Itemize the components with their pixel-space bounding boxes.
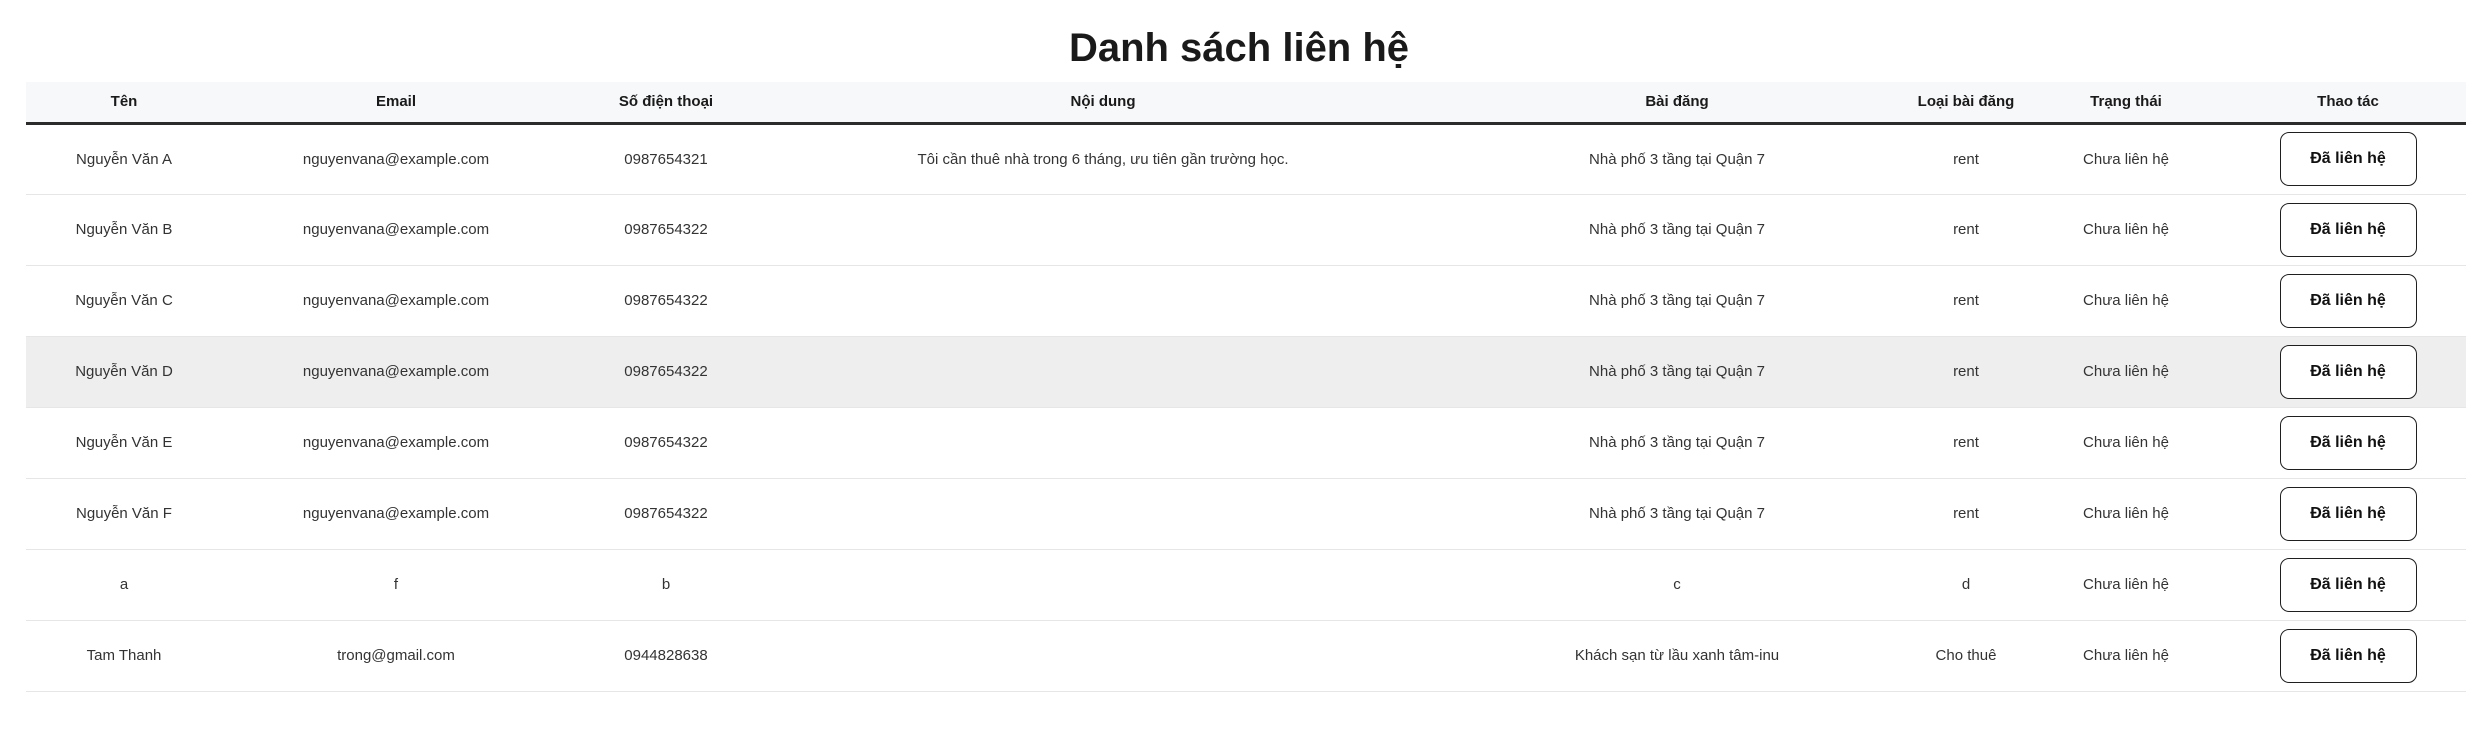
- table-body: Nguyễn Văn A nguyenvana@example.com 098765…: [26, 123, 2466, 691]
- cell-post-type: rent: [1953, 150, 1979, 168]
- cell-phone: 0944828638: [624, 647, 708, 664]
- cell-action: Đã liên hệ: [2230, 407, 2466, 478]
- table-header: Tên Email Số điện thoại Nội dung Bài đăn…: [26, 82, 2466, 125]
- column-header-post: Bài đăng: [1444, 82, 1910, 125]
- cell-name: Tam Thanh: [86, 647, 162, 664]
- cell-post-type: rent: [1953, 363, 1979, 380]
- cell-content: [762, 336, 1444, 407]
- cell-name: a: [119, 576, 129, 593]
- cell-name: Nguyễn Văn B: [75, 221, 173, 238]
- table-row: Nguyễn Văn E nguyenvana@example.com 098765…: [26, 407, 2466, 478]
- cell-post: Nhà phố 3 tầng tại Quận 7: [1589, 292, 1765, 309]
- cell-post: Khách sạn từ lầu xanh tâm-inu: [1574, 647, 1780, 664]
- cell-phone: 0987654322: [624, 363, 708, 380]
- cell-status: Chưa liên hệ: [2083, 505, 2169, 522]
- mark-contacted-button[interactable]: Đã liên hệ: [2279, 202, 2417, 257]
- cell-action: Đã liên hệ: [2230, 620, 2466, 691]
- mark-contacted-button[interactable]: Đã liên hệ: [2279, 628, 2417, 683]
- cell-post: Nhà phố 3 tầng tại Quận 7: [1589, 434, 1765, 451]
- column-header-name: Tên: [26, 82, 222, 125]
- cell-action: Đã liên hệ: [2230, 336, 2466, 407]
- cell-action: Đã liên hệ: [2230, 194, 2466, 265]
- table-header-row: Tên Email Số điện thoại Nội dung Bài đăn…: [26, 82, 2466, 125]
- cell-post: Nhà phố 3 tầng tại Quận 7: [1589, 221, 1765, 238]
- cell-name: Nguyễn Văn C: [75, 292, 173, 309]
- column-header-status: Trạng thái: [2022, 82, 2230, 125]
- cell-status: Chưa liên hệ: [2083, 647, 2169, 664]
- table-row: Nguyễn Văn F nguyenvana@example.com 098765…: [26, 478, 2466, 549]
- mark-contacted-button[interactable]: Đã liên hệ: [2279, 415, 2417, 470]
- cell-phone: 0987654321: [624, 150, 708, 168]
- column-header-post-type: Loại bài đăng: [1910, 82, 2022, 125]
- cell-email: trong@gmail.com: [337, 647, 455, 664]
- mark-contacted-button[interactable]: Đã liên hệ: [2279, 486, 2417, 541]
- cell-post: c: [1673, 576, 1681, 593]
- cell-phone: b: [661, 576, 671, 593]
- column-header-action: Thao tác: [2230, 82, 2466, 125]
- cell-status: Chưa liên hệ: [2083, 576, 2169, 593]
- cell-post-type: d: [1961, 576, 1971, 593]
- cell-email: f: [393, 576, 399, 593]
- contacts-table: Tên Email Số điện thoại Nội dung Bài đăn…: [26, 82, 2466, 692]
- contacts-table-container: Tên Email Số điện thoại Nội dung Bài đăn…: [26, 82, 2466, 692]
- cell-email: nguyenvana@example.com: [302, 150, 490, 168]
- cell-action: Đã liên hệ: [2230, 265, 2466, 336]
- cell-content: [762, 549, 1444, 620]
- cell-post: Nhà phố 3 tầng tại Quận 7: [1589, 150, 1765, 168]
- cell-content: [762, 265, 1444, 336]
- cell-content: [762, 478, 1444, 549]
- column-header-content: Nội dung: [762, 82, 1444, 125]
- cell-post: Nhà phố 3 tầng tại Quận 7: [1589, 363, 1765, 380]
- cell-post-type: rent: [1953, 434, 1979, 451]
- cell-post: Nhà phố 3 tầng tại Quận 7: [1589, 505, 1765, 522]
- table-row: Nguyễn Văn C nguyenvana@example.com 098765…: [26, 265, 2466, 336]
- cell-phone: 0987654322: [624, 434, 708, 451]
- cell-status: Chưa liên hệ: [2083, 292, 2169, 309]
- cell-name: Nguyễn Văn D: [75, 363, 173, 380]
- cell-name: Nguyễn Văn F: [76, 505, 172, 522]
- table-row: Tam Thanh trong@gmail.com 0944828638 Khách …: [26, 620, 2466, 691]
- mark-contacted-button[interactable]: Đã liên hệ: [2279, 557, 2417, 612]
- cell-post-type: rent: [1953, 505, 1979, 522]
- cell-name: Nguyễn Văn A: [76, 150, 172, 168]
- cell-action: Đã liên hệ: [2230, 123, 2466, 194]
- cell-email: nguyenvana@example.com: [302, 221, 490, 238]
- mark-contacted-button[interactable]: Đã liên hệ: [2279, 273, 2417, 328]
- mark-contacted-button[interactable]: Đã liên hệ: [2279, 344, 2417, 399]
- mark-contacted-button[interactable]: Đã liên hệ: [2279, 132, 2417, 186]
- table-row: Nguyễn Văn A nguyenvana@example.com 098765…: [26, 123, 2466, 194]
- cell-action: Đã liên hệ: [2230, 478, 2466, 549]
- cell-content: Tôi cần thuê nhà trong 6 tháng, ưu tiên …: [917, 150, 1289, 168]
- cell-content: [762, 194, 1444, 265]
- cell-email: nguyenvana@example.com: [302, 434, 490, 451]
- cell-email: nguyenvana@example.com: [302, 292, 490, 309]
- cell-status: Chưa liên hệ: [2083, 434, 2169, 451]
- cell-status: Chưa liên hệ: [2083, 150, 2169, 168]
- contacts-page: Danh sách liên hệ Tên Email Số điện thoạ…: [0, 0, 2478, 734]
- cell-post-type: rent: [1953, 221, 1979, 238]
- cell-content: [762, 620, 1444, 691]
- table-row: a f b c d Chưa liên hệ Đã liên hệ: [26, 549, 2466, 620]
- column-header-email: Email: [222, 82, 570, 125]
- column-header-phone: Số điện thoại: [570, 82, 762, 125]
- page-title: Danh sách liên hệ: [1068, 26, 1410, 70]
- cell-status: Chưa liên hệ: [2083, 363, 2169, 380]
- cell-post-type: rent: [1953, 292, 1979, 309]
- cell-phone: 0987654322: [624, 221, 708, 238]
- table-row: Nguyễn Văn B nguyenvana@example.com 098765…: [26, 194, 2466, 265]
- cell-phone: 0987654322: [624, 505, 708, 522]
- cell-content: [762, 407, 1444, 478]
- cell-email: nguyenvana@example.com: [302, 505, 490, 522]
- table-row: Nguyễn Văn D nguyenvana@example.com 098765…: [26, 336, 2466, 407]
- cell-action: Đã liên hệ: [2230, 549, 2466, 620]
- cell-email: nguyenvana@example.com: [302, 363, 490, 380]
- cell-status: Chưa liên hệ: [2083, 221, 2169, 238]
- cell-name: Nguyễn Văn E: [75, 434, 173, 451]
- cell-phone: 0987654322: [624, 292, 708, 309]
- cell-post-type: Cho thuê: [1935, 647, 1997, 664]
